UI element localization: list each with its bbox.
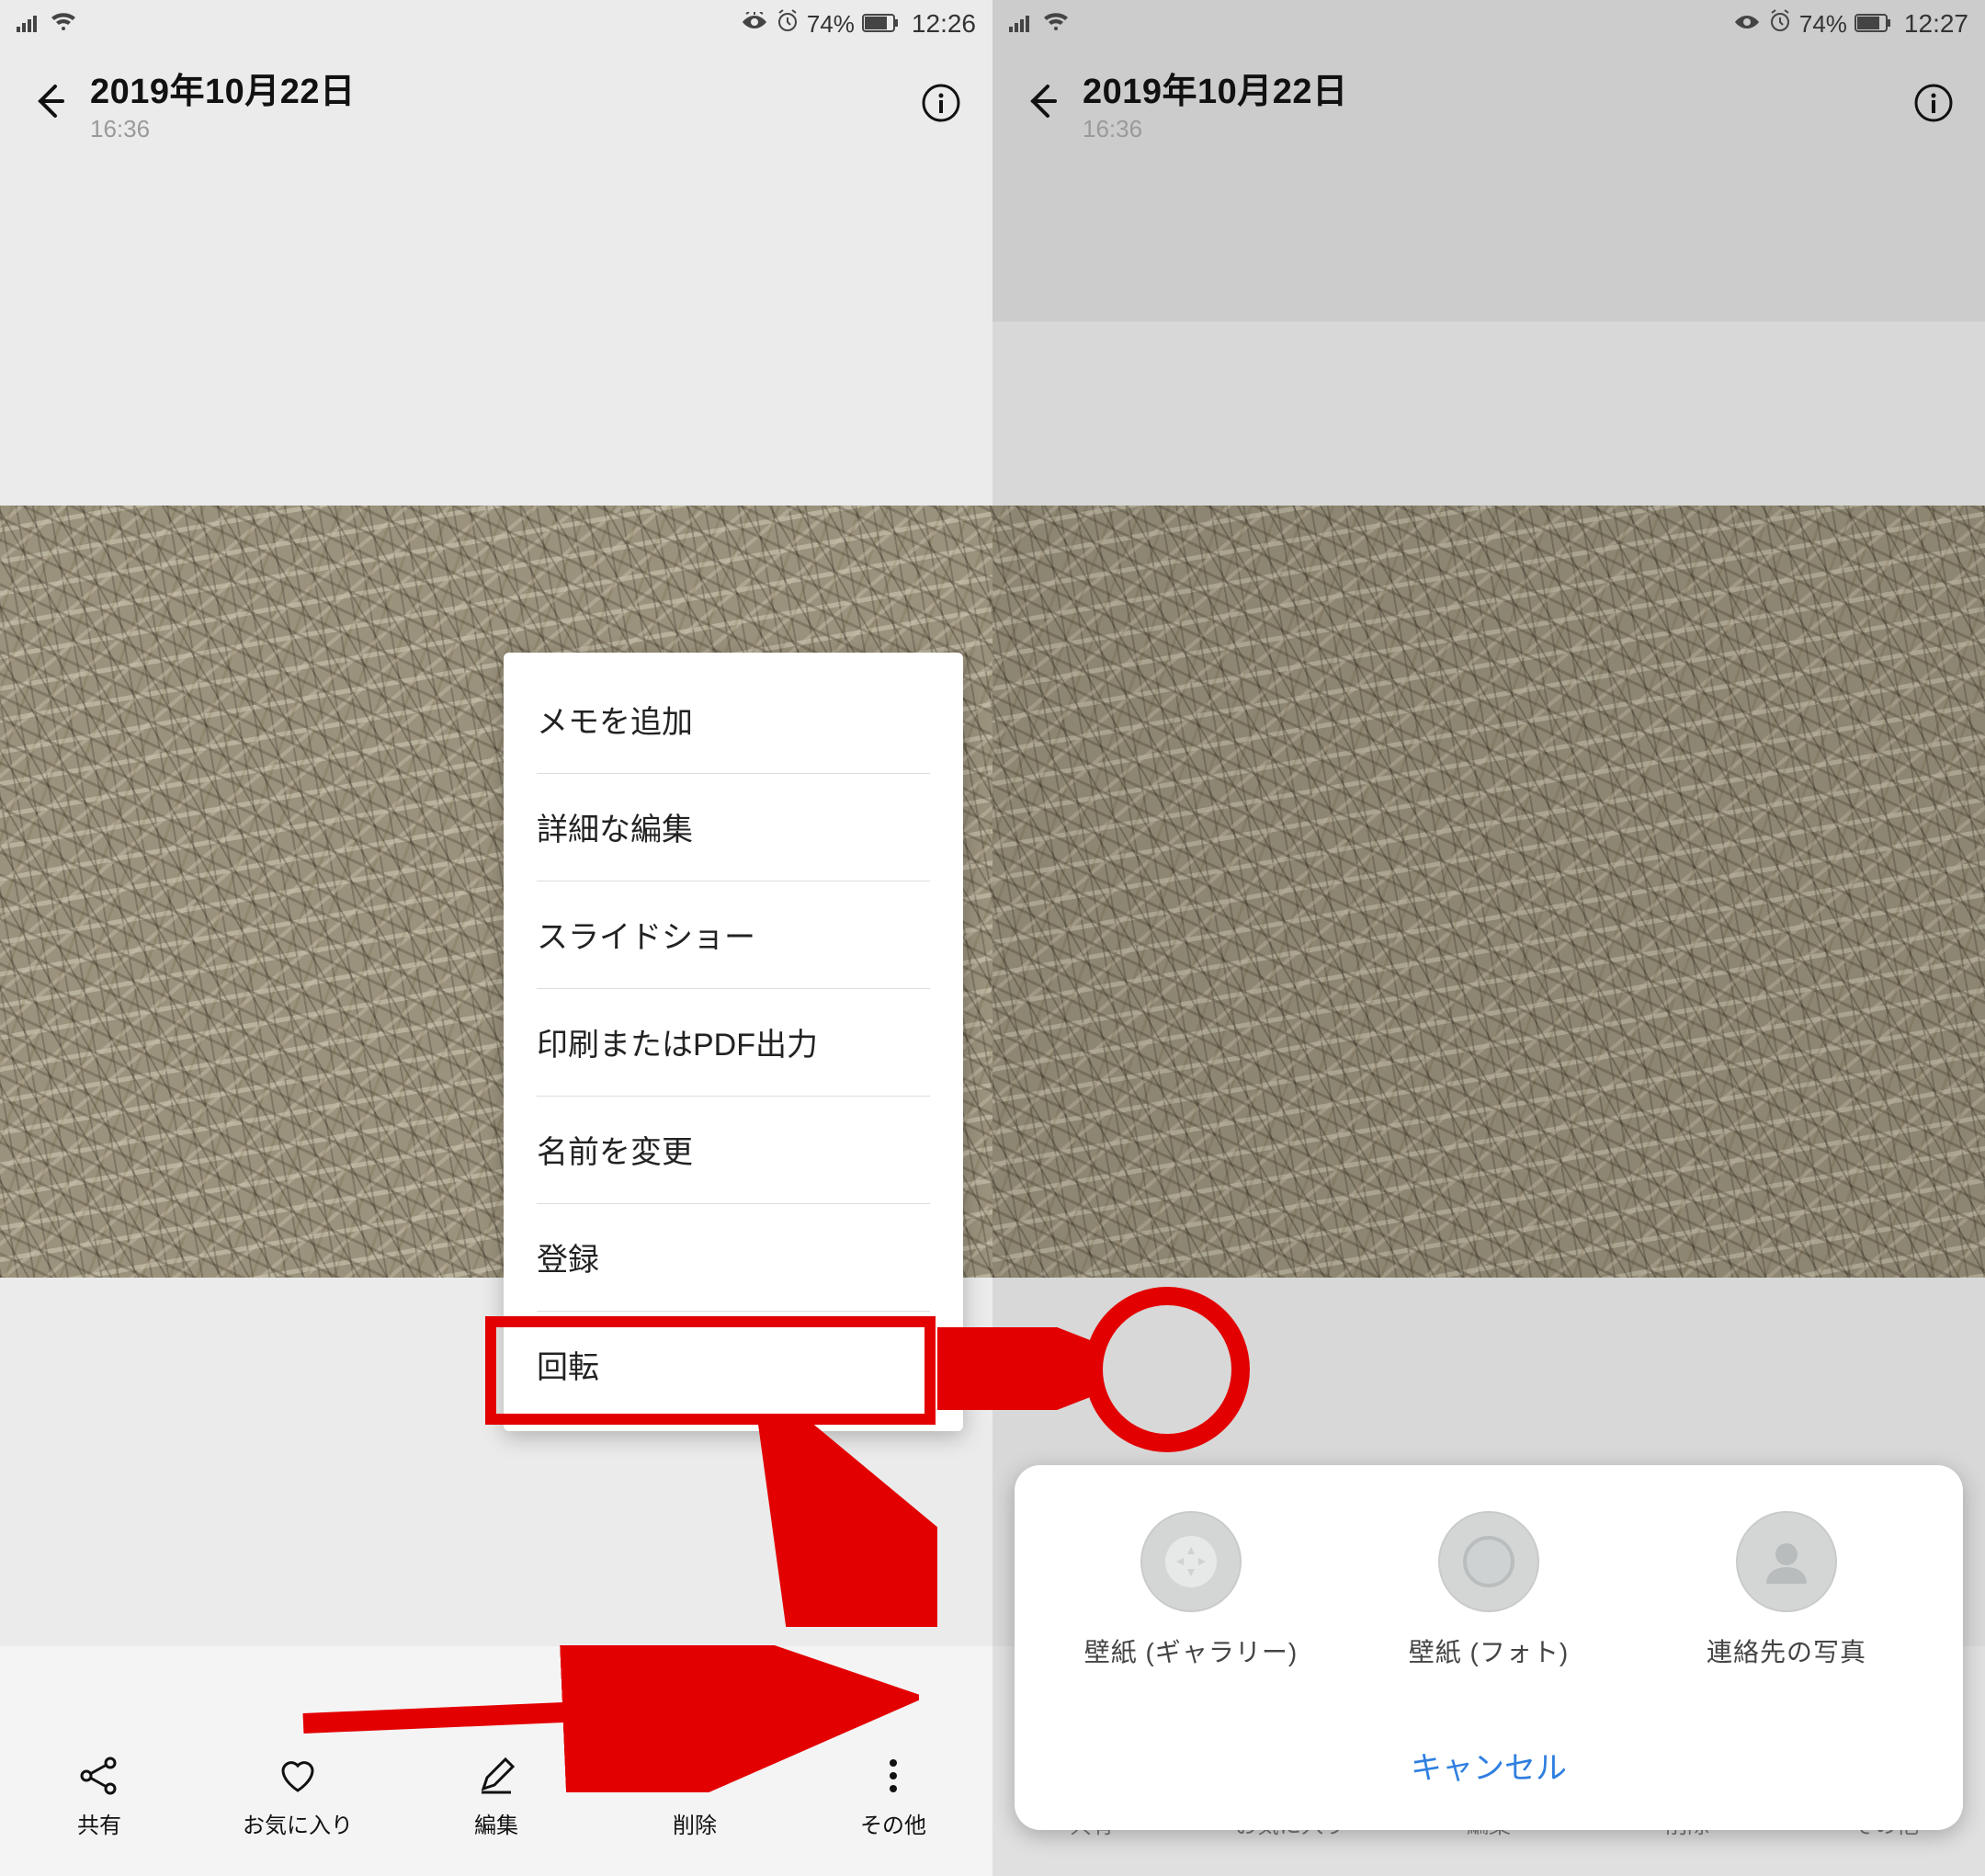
header-time: 16:36 <box>90 115 917 143</box>
tool-edit-label: 編集 <box>474 1807 518 1839</box>
tool-more[interactable]: その他 <box>804 1754 982 1839</box>
heart-icon <box>276 1754 320 1798</box>
tool-favorite-label: お気に入り <box>243 1807 353 1839</box>
share-icon <box>77 1754 121 1798</box>
top-area: 74% 12:27 2019年10月22日 16:36 <box>992 0 1985 322</box>
wallpaper-gallery-icon <box>1140 1511 1242 1612</box>
contact-photo-icon <box>1736 1511 1837 1612</box>
popup-item-rename[interactable]: 名前を変更 <box>504 1096 963 1203</box>
pencil-icon <box>474 1754 518 1798</box>
tool-share-label: 共有 <box>77 1807 121 1839</box>
sheet-cancel-button[interactable]: キャンセル <box>1042 1724 1935 1793</box>
status-time: 12:26 <box>912 9 976 39</box>
set-as-sheet: 壁紙 (ギャラリー) 壁紙 (フォト) 連絡先の写真 キャンセル <box>1015 1465 1963 1830</box>
wallpaper-photo-icon <box>1438 1511 1539 1612</box>
trash-icon <box>673 1754 717 1798</box>
tool-share[interactable]: 共有 <box>10 1754 188 1839</box>
tool-edit[interactable]: 編集 <box>407 1754 585 1839</box>
signal-icon <box>1009 9 1035 39</box>
tool-favorite[interactable]: お気に入り <box>209 1754 387 1839</box>
info-button[interactable] <box>1910 79 1957 127</box>
more-icon <box>871 1754 915 1798</box>
tool-more-label: その他 <box>860 1807 926 1839</box>
tool-delete-label: 削除 <box>673 1807 717 1839</box>
sheet-option-wallpaper-photo-label: 壁紙 (フォト) <box>1409 1632 1569 1669</box>
battery-icon <box>862 9 899 39</box>
alarm-icon <box>1768 9 1792 40</box>
alarm-icon <box>776 9 800 40</box>
battery-percent: 74% <box>1799 10 1847 39</box>
status-bar: 74% 12:27 <box>992 0 1985 48</box>
header: 2019年10月22日 16:36 <box>0 48 992 158</box>
header: 2019年10月22日 16:36 <box>992 48 1985 158</box>
popup-item-advanced-edit[interactable]: 詳細な編集 <box>504 773 963 881</box>
screen-right: 74% 12:27 2019年10月22日 16:36 共有 <box>992 0 1985 1876</box>
popup-item-add-memo[interactable]: メモを追加 <box>504 665 963 773</box>
popup-item-register[interactable]: 登録 <box>504 1203 963 1311</box>
eye-icon <box>1733 9 1761 39</box>
sheet-option-contact-photo-label: 連絡先の写真 <box>1707 1632 1866 1669</box>
header-date: 2019年10月22日 <box>1083 63 1910 113</box>
wifi-icon <box>1042 9 1070 39</box>
more-popup: メモを追加 詳細な編集 スライドショー 印刷またはPDF出力 名前を変更 登録 … <box>504 653 963 1431</box>
sheet-option-contact-photo[interactable]: 連絡先の写真 <box>1652 1511 1921 1669</box>
info-button[interactable] <box>917 79 965 127</box>
battery-icon <box>1855 9 1891 39</box>
header-time: 16:36 <box>1083 115 1910 143</box>
screen-left: 74% 12:26 2019年10月22日 16:36 <box>0 0 992 1876</box>
battery-percent: 74% <box>807 10 855 39</box>
sheet-option-wallpaper-gallery-label: 壁紙 (ギャラリー) <box>1084 1632 1298 1669</box>
sheet-option-wallpaper-photo[interactable]: 壁紙 (フォト) <box>1355 1511 1623 1669</box>
sheet-option-wallpaper-gallery[interactable]: 壁紙 (ギャラリー) <box>1057 1511 1325 1669</box>
back-button[interactable] <box>28 79 83 128</box>
signal-icon <box>17 9 42 39</box>
status-time: 12:27 <box>1904 9 1968 39</box>
header-date: 2019年10月22日 <box>90 63 917 113</box>
annotation-arrow-to-register <box>754 1425 937 1627</box>
eye-icon <box>741 9 768 39</box>
wifi-icon <box>50 9 77 39</box>
popup-item-slideshow[interactable]: スライドショー <box>504 881 963 988</box>
status-bar: 74% 12:26 <box>0 0 992 48</box>
popup-item-rotate[interactable]: 回転 <box>504 1311 963 1418</box>
popup-item-print-pdf[interactable]: 印刷またはPDF出力 <box>504 988 963 1096</box>
back-button[interactable] <box>1020 79 1075 128</box>
top-area: 74% 12:26 2019年10月22日 16:36 <box>0 0 992 322</box>
bottom-toolbar: 共有 お気に入り 編集 削除 その他 <box>0 1729 992 1839</box>
tool-delete[interactable]: 削除 <box>606 1754 784 1839</box>
